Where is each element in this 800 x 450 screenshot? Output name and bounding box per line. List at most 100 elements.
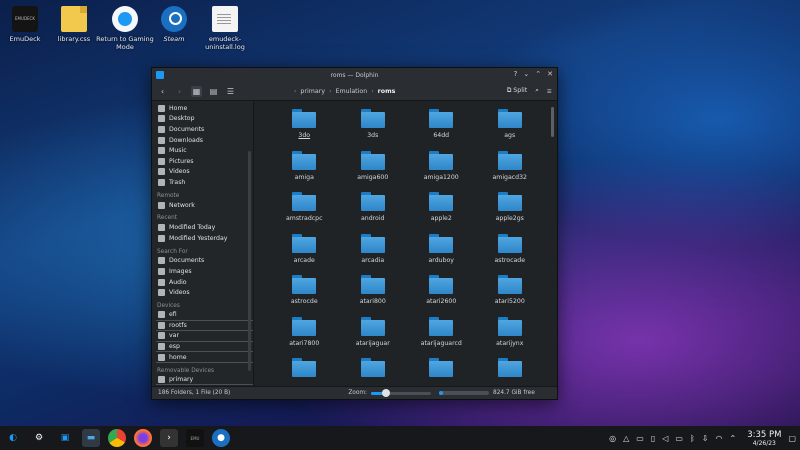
device-icon bbox=[158, 342, 165, 350]
folder-item[interactable]: arcade bbox=[270, 232, 339, 274]
folder-item[interactable]: amiga600 bbox=[339, 149, 408, 191]
folder-item[interactable]: ags bbox=[476, 107, 545, 149]
tray-expand-icon[interactable]: ⌃ bbox=[729, 434, 736, 443]
folder-item[interactable] bbox=[407, 356, 476, 386]
sidebar-item-device[interactable]: esp bbox=[156, 342, 253, 353]
folder-item[interactable]: 3do bbox=[270, 107, 339, 149]
sidebar-item-recent[interactable]: Modified Today bbox=[156, 222, 253, 233]
folder-item[interactable]: android bbox=[339, 190, 408, 232]
sidebar-item-device[interactable]: var bbox=[156, 331, 253, 342]
sidebar-item-device[interactable]: home bbox=[156, 352, 253, 363]
zoom-slider-handle[interactable] bbox=[382, 388, 390, 397]
emudeck-task-icon[interactable]: EMU bbox=[186, 429, 204, 447]
folder-item[interactable]: atarijynx bbox=[476, 315, 545, 357]
sidebar-item-place[interactable]: Trash bbox=[156, 177, 253, 188]
show-desktop-icon[interactable]: ▢ bbox=[788, 434, 796, 443]
desktop-icon-library-css[interactable]: library.css bbox=[45, 6, 103, 43]
chrome-icon[interactable] bbox=[108, 429, 126, 447]
sidebar-item-device[interactable]: efi bbox=[156, 310, 253, 321]
sidebar-item-search[interactable]: Videos bbox=[156, 287, 253, 298]
desktop-icon-label: Steam bbox=[163, 35, 185, 43]
help-icon[interactable]: ? bbox=[514, 70, 518, 78]
folder-item[interactable]: 64dd bbox=[407, 107, 476, 149]
device-icon[interactable]: ▯ bbox=[651, 434, 655, 443]
folder-label: amiga600 bbox=[357, 173, 389, 181]
system-settings-icon[interactable]: ⚙ bbox=[30, 429, 48, 447]
sidebar-item-search[interactable]: Audio bbox=[156, 277, 253, 288]
compact-view-icon[interactable]: ▤ bbox=[208, 86, 219, 97]
audio-icon[interactable]: ◁ bbox=[662, 434, 668, 443]
minimize-icon[interactable]: ⌄ bbox=[523, 70, 529, 78]
sidebar-item-place[interactable]: Desktop bbox=[156, 114, 253, 125]
folder-item[interactable]: arcadia bbox=[339, 232, 408, 274]
folder-item[interactable]: atari800 bbox=[339, 273, 408, 315]
folder-item[interactable]: amigacd32 bbox=[476, 149, 545, 191]
sidebar-scrollbar[interactable] bbox=[248, 151, 251, 371]
folder-item[interactable]: 3ds bbox=[339, 107, 408, 149]
folder-item[interactable] bbox=[270, 356, 339, 386]
dolphin-task-icon[interactable]: ▬ bbox=[82, 429, 100, 447]
title-bar[interactable]: roms — Dolphin ? ⌄ ⌃ ✕ bbox=[152, 68, 557, 82]
desktop-icon-uninstall-log[interactable]: emudeck-uninstall.log bbox=[196, 6, 254, 51]
folder-item[interactable]: atarijaguar bbox=[339, 315, 408, 357]
breadcrumb-current[interactable]: roms bbox=[378, 88, 396, 95]
sidebar-item-device[interactable]: rootfs bbox=[156, 321, 253, 332]
discover-store-icon[interactable]: ▣ bbox=[56, 429, 74, 447]
search-icon[interactable]: ⌕ bbox=[535, 87, 539, 95]
folder-item[interactable] bbox=[476, 356, 545, 386]
folder-item[interactable]: astrocde bbox=[270, 273, 339, 315]
close-icon[interactable]: ✕ bbox=[547, 70, 553, 78]
folder-item[interactable]: apple2 bbox=[407, 190, 476, 232]
sidebar-item-place[interactable]: Music bbox=[156, 145, 253, 156]
scrollbar[interactable] bbox=[551, 107, 554, 137]
battery-icon[interactable]: ▭ bbox=[675, 434, 683, 443]
clock[interactable]: 3:35 PM 4/26/23 bbox=[747, 430, 781, 447]
notifications-icon[interactable]: △ bbox=[623, 434, 629, 443]
back-icon[interactable]: ‹ bbox=[157, 86, 168, 97]
maximize-icon[interactable]: ⌃ bbox=[535, 70, 541, 78]
folder-icon bbox=[497, 358, 522, 377]
folder-item[interactable]: amiga bbox=[270, 149, 339, 191]
updates-icon[interactable]: ⇩ bbox=[702, 434, 709, 443]
sidebar-item-search[interactable]: Documents bbox=[156, 256, 253, 267]
sidebar-item-place[interactable]: Home bbox=[156, 103, 253, 114]
wifi-icon[interactable]: ◠ bbox=[716, 434, 723, 443]
konsole-icon[interactable]: › bbox=[160, 429, 178, 447]
sidebar-item-label: Documents bbox=[169, 257, 205, 265]
sidebar-item-place[interactable]: Documents bbox=[156, 124, 253, 135]
desktop-icon-steam[interactable]: Steam bbox=[145, 6, 203, 43]
forward-icon[interactable]: › bbox=[174, 86, 185, 97]
sidebar-item-recent[interactable]: Modified Yesterday bbox=[156, 233, 253, 244]
folder-item[interactable]: atari2600 bbox=[407, 273, 476, 315]
firefox-icon[interactable] bbox=[134, 429, 152, 447]
app-launcher-icon[interactable]: ◐ bbox=[4, 429, 22, 447]
folder-item[interactable]: amstradcpc bbox=[270, 190, 339, 232]
folder-item[interactable]: atarijaguarcd bbox=[407, 315, 476, 357]
sidebar-item-place[interactable]: Pictures bbox=[156, 156, 253, 167]
zoom-slider[interactable] bbox=[371, 388, 431, 397]
breadcrumb-item[interactable]: Emulation bbox=[335, 88, 367, 95]
folder-item[interactable]: astrocade bbox=[476, 232, 545, 274]
bluetooth-icon[interactable]: ᛒ bbox=[690, 434, 695, 443]
sidebar-item-removable[interactable]: primary bbox=[156, 375, 253, 386]
folder-item[interactable] bbox=[339, 356, 408, 386]
split-button[interactable]: ⧉ Split bbox=[507, 87, 527, 95]
breadcrumb-item[interactable]: primary bbox=[300, 88, 325, 95]
folder-item[interactable]: atari5200 bbox=[476, 273, 545, 315]
folder-item[interactable]: apple2gs bbox=[476, 190, 545, 232]
icons-view-icon[interactable]: ▦ bbox=[191, 85, 202, 97]
details-view-icon[interactable]: ☰ bbox=[225, 86, 236, 97]
clipboard-icon[interactable]: ▭ bbox=[636, 434, 644, 443]
sidebar-item-search[interactable]: Images bbox=[156, 266, 253, 277]
steam-tray-icon[interactable]: ◎ bbox=[609, 434, 616, 443]
sidebar-item-place[interactable]: Videos bbox=[156, 167, 253, 178]
sidebar-item-network[interactable]: Network bbox=[156, 200, 253, 211]
menu-icon[interactable]: ≡ bbox=[547, 88, 552, 95]
sidebar-item-place[interactable]: Downloads bbox=[156, 135, 253, 146]
folder-icon bbox=[497, 316, 522, 336]
steam-task-icon[interactable]: ● bbox=[212, 429, 230, 447]
folder-item[interactable]: atari7800 bbox=[270, 315, 339, 357]
file-grid: 3do 3ds 64dd ags amiga amiga600 amiga1200 amiga… bbox=[254, 101, 557, 386]
folder-item[interactable]: arduboy bbox=[407, 232, 476, 274]
folder-item[interactable]: amiga1200 bbox=[407, 149, 476, 191]
